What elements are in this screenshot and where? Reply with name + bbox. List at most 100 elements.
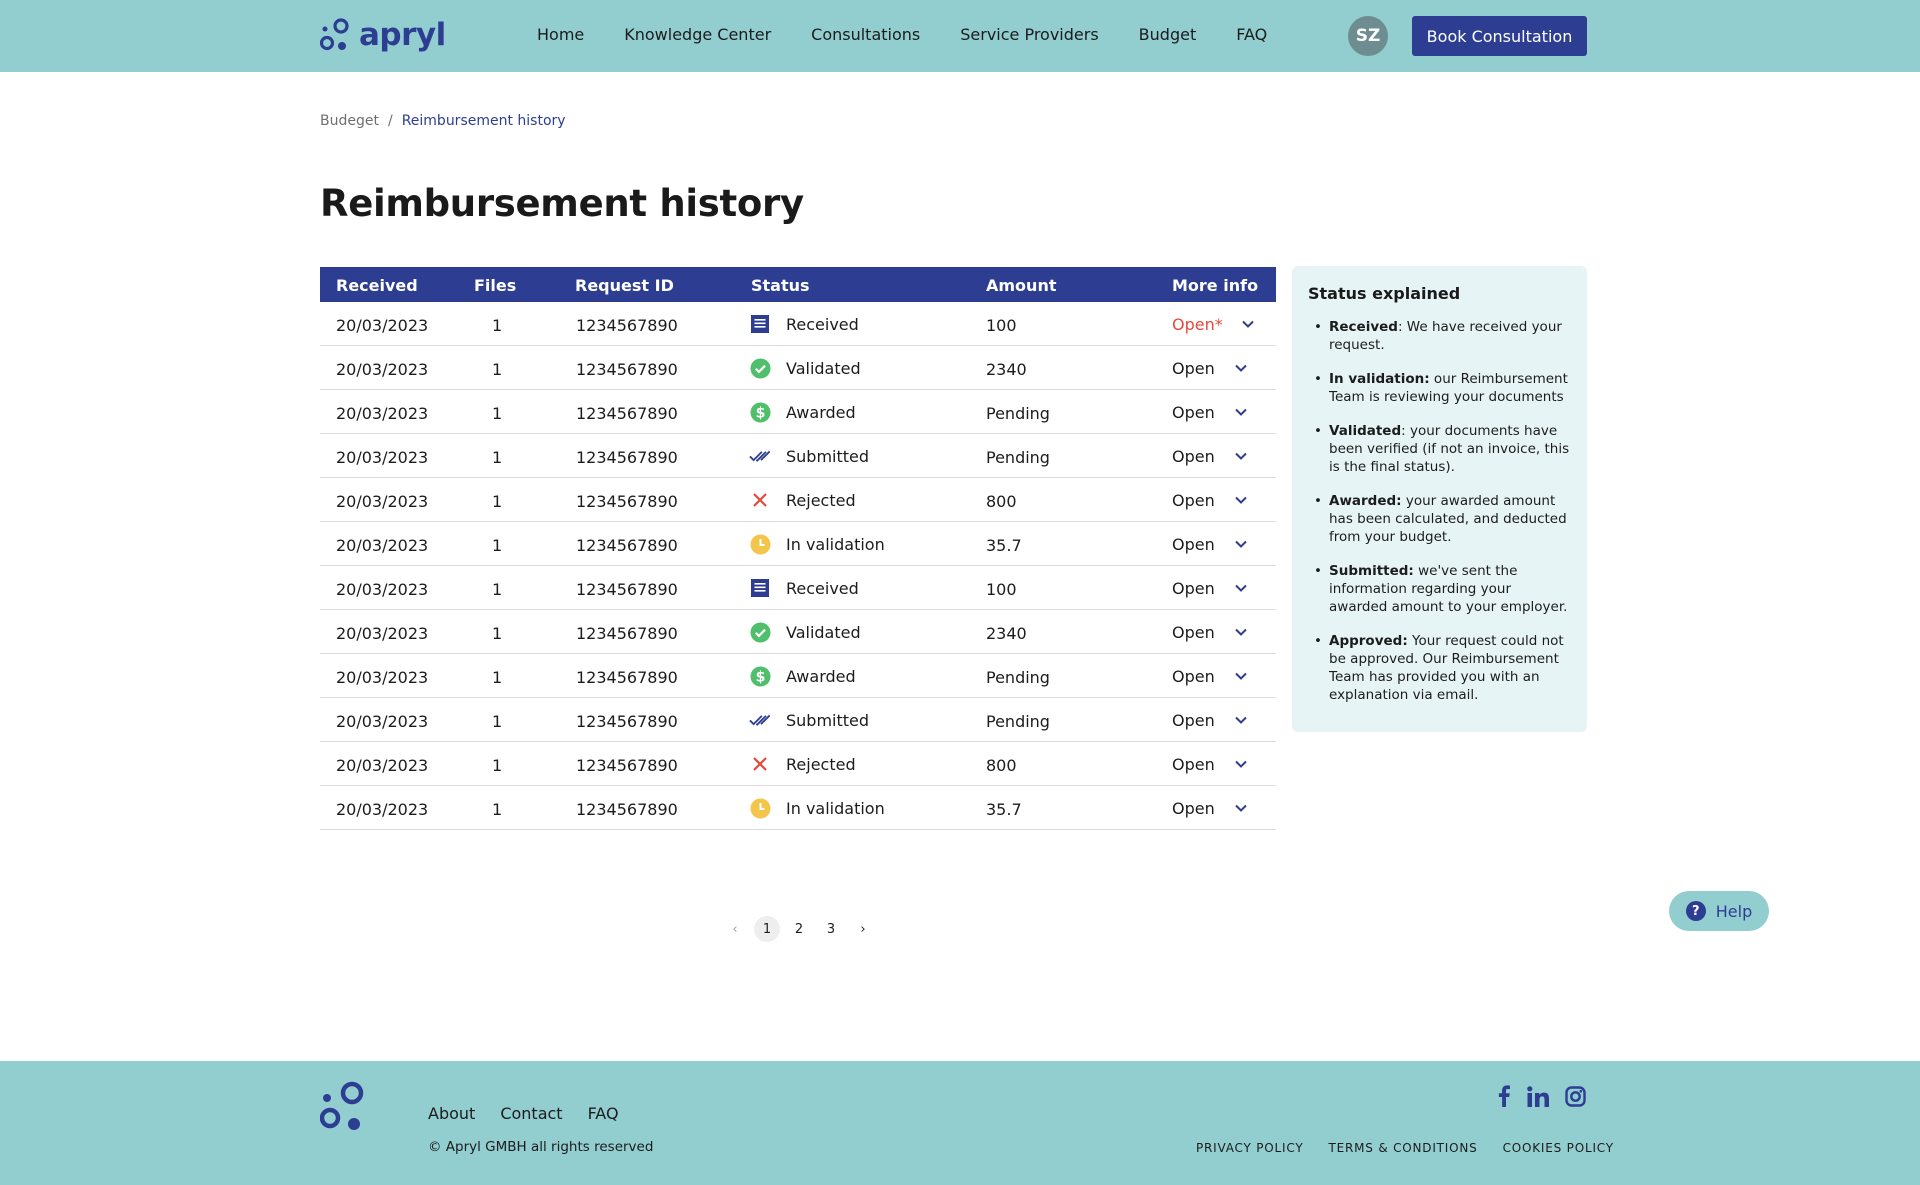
nav-home[interactable]: Home [537,25,584,44]
col-request-id: Request ID [575,276,674,295]
nav-faq[interactable]: FAQ [1236,25,1267,44]
table-header: Received Files Request ID Status Amount … [320,267,1276,302]
cookies-policy-link[interactable]: COOKIES POLICY [1503,1141,1614,1155]
status-item-in-validation: In validation: our Reimbursement Team is… [1308,370,1571,406]
dollar-circle-icon: $ [749,665,771,687]
chevron-down-icon[interactable] [1234,803,1248,813]
amount: 35.7 [986,536,1022,555]
status-label: Received [786,579,859,598]
chevron-down-icon[interactable] [1234,363,1248,373]
prev-page-button[interactable]: ‹ [722,916,748,942]
status-label: In validation [786,799,885,818]
open-details-link[interactable]: Open [1172,667,1215,686]
open-details-link[interactable]: Open [1172,799,1215,818]
table-row: 20/03/2023 1 1234567890 Rejected 800 Open [320,742,1276,786]
footer-faq-link[interactable]: FAQ [588,1104,619,1123]
status-term: Received [1329,319,1398,335]
amount: 2340 [986,360,1027,379]
help-icon: ? [1685,901,1706,921]
status-label: Received [786,315,859,334]
page-1-button[interactable]: 1 [754,916,780,942]
book-consultation-button[interactable]: Book Consultation [1412,16,1587,56]
table-row: 20/03/2023 1 1234567890 Submitted Pending Ope… [320,698,1276,742]
open-details-link[interactable]: Open [1172,447,1215,466]
chevron-down-icon[interactable] [1234,495,1248,505]
chevron-down-icon[interactable] [1234,451,1248,461]
copyright: © Apryl GMBH all rights reserved [428,1139,654,1155]
clock-icon [749,533,771,555]
logo-mark-icon [320,18,349,51]
main-nav: Home Knowledge Center Consultations Serv… [537,25,1307,44]
double-check-icon [749,445,771,467]
request-id: 1234567890 [576,316,678,335]
social-links [1497,1085,1602,1107]
open-details-link[interactable]: Open [1172,579,1215,598]
received-date: 20/03/2023 [336,492,429,511]
open-details-link[interactable]: Open [1172,491,1215,510]
amount: Pending [986,448,1050,467]
help-button[interactable]: ? Help [1669,891,1769,931]
nav-consultations[interactable]: Consultations [811,25,920,44]
open-details-link[interactable]: Open [1172,711,1215,730]
footer-logo[interactable] [319,1081,368,1137]
top-header: apryl Home Knowledge Center Consultation… [0,0,1920,72]
col-files: Files [474,276,517,295]
chevron-down-icon[interactable] [1234,407,1248,417]
chevron-down-icon[interactable] [1234,539,1248,549]
table-row: 20/03/2023 1 1234567890 Received 100 Open [320,566,1276,610]
document-list-icon [749,313,771,335]
logo-text: apryl [359,17,446,53]
open-details-link[interactable]: Open [1172,403,1215,422]
status-item-submitted: Submitted: we've sent the information re… [1308,562,1571,616]
breadcrumb-parent[interactable]: Budeget [320,113,379,129]
nav-budget[interactable]: Budget [1139,25,1197,44]
received-date: 20/03/2023 [336,756,429,775]
files-count: 1 [492,580,503,599]
linkedin-icon[interactable] [1527,1085,1549,1107]
reimbursement-table: Received Files Request ID Status Amount … [320,267,1276,830]
col-received: Received [336,276,418,295]
chevron-down-icon[interactable] [1234,583,1248,593]
breadcrumb-current[interactable]: Reimbursement history [402,113,566,129]
status-label: In validation [786,535,885,554]
open-details-link[interactable]: Open [1172,535,1215,554]
chevron-down-icon[interactable] [1234,671,1248,681]
terms-link[interactable]: TERMS & CONDITIONS [1328,1141,1477,1155]
nav-service-providers[interactable]: Service Providers [960,25,1098,44]
status-label: Rejected [786,755,856,774]
files-count: 1 [492,668,503,687]
open-details-link[interactable]: Open [1172,359,1215,378]
footer-contact-link[interactable]: Contact [500,1104,562,1123]
files-count: 1 [492,316,503,335]
open-details-link[interactable]: Open [1172,755,1215,774]
status-item-received: Received: We have received your request. [1308,318,1571,354]
page-3-button[interactable]: 3 [818,916,844,942]
avatar[interactable]: SZ [1348,16,1388,56]
status-label: Validated [786,623,861,642]
chevron-down-icon[interactable] [1234,627,1248,637]
next-page-button[interactable]: › [850,916,876,942]
open-details-link[interactable]: Open* [1172,315,1223,334]
request-id: 1234567890 [576,536,678,555]
status-term: Submitted: [1329,563,1414,579]
privacy-policy-link[interactable]: PRIVACY POLICY [1196,1141,1303,1155]
received-date: 20/03/2023 [336,624,429,643]
amount: 2340 [986,624,1027,643]
instagram-icon[interactable] [1565,1085,1586,1107]
received-date: 20/03/2023 [336,404,429,423]
chevron-down-icon[interactable] [1234,759,1248,769]
facebook-icon[interactable] [1497,1085,1511,1107]
status-explained-panel: Status explained Received: We have recei… [1292,266,1587,732]
logo[interactable]: apryl [320,17,446,53]
chevron-down-icon[interactable] [1234,715,1248,725]
footer: About Contact FAQ © Apryl GMBH all right… [0,1061,1920,1185]
help-label: Help [1715,901,1753,921]
open-details-link[interactable]: Open [1172,623,1215,642]
status-label: Awarded [786,667,856,686]
table-row: 20/03/2023 1 1234567890 Validated 2340 Open [320,610,1276,654]
table-row: 20/03/2023 1 1234567890 Rejected 800 Open [320,478,1276,522]
nav-knowledge-center[interactable]: Knowledge Center [624,25,771,44]
footer-about-link[interactable]: About [428,1104,475,1123]
chevron-down-icon[interactable] [1241,319,1255,329]
page-2-button[interactable]: 2 [786,916,812,942]
